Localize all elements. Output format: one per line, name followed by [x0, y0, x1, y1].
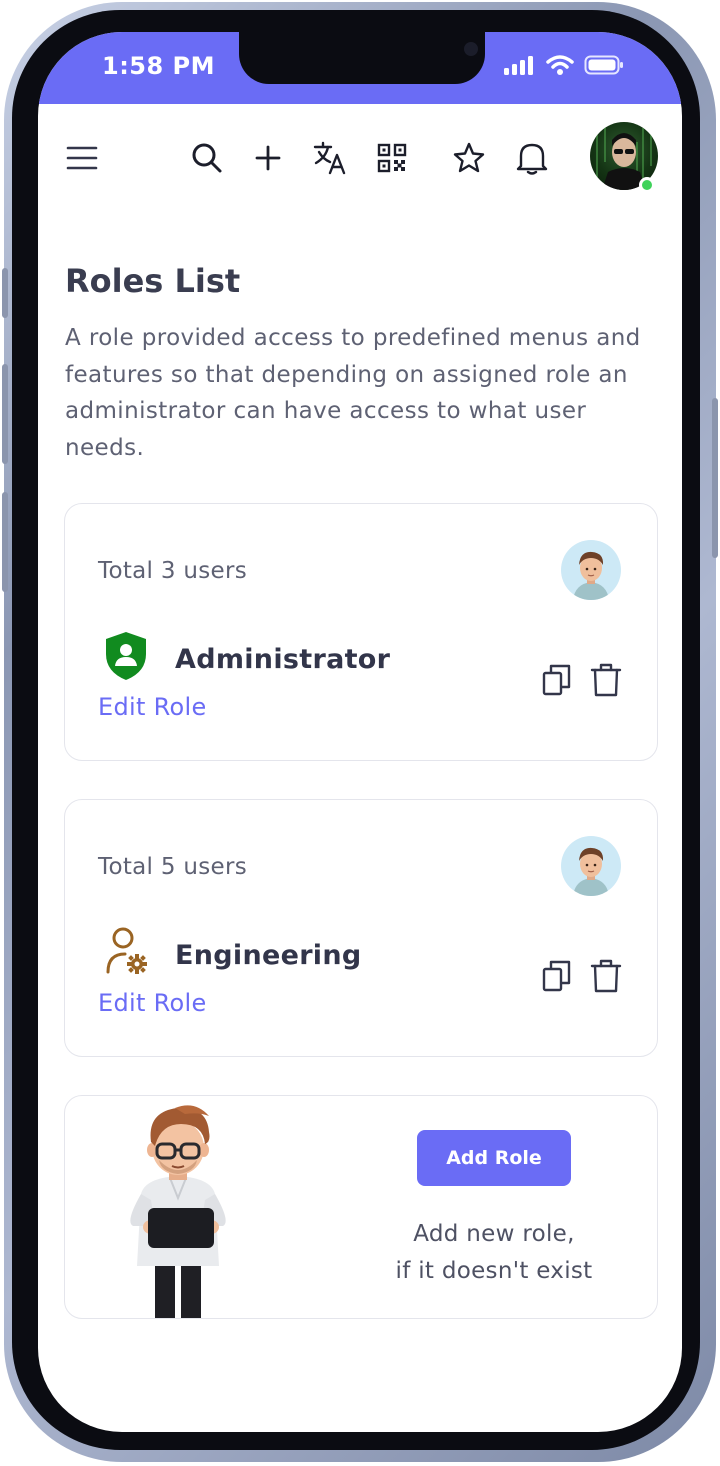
online-status-dot — [639, 177, 655, 193]
add-role-hint-line1: Add new role, — [413, 1221, 575, 1247]
status-icons — [504, 54, 624, 76]
plus-icon[interactable] — [250, 140, 286, 176]
person-tablet-illustration — [115, 1102, 245, 1318]
copy-icon[interactable] — [540, 958, 574, 994]
qr-code-icon[interactable] — [374, 140, 410, 176]
status-time: 1:58 PM — [102, 52, 216, 80]
trash-icon[interactable] — [589, 958, 623, 994]
cellular-signal-icon — [504, 56, 533, 75]
app-screen: 1:58 PM Roles List A role provided acces… — [38, 32, 682, 1432]
phone-silent-switch — [2, 268, 8, 318]
role-card-engineering: Total 5 users Engineering Edit Role — [64, 799, 658, 1057]
page-description: A role provided access to predefined men… — [65, 325, 641, 461]
role-card-administrator: Total 3 users Administrator Edit Role — [64, 503, 658, 761]
user-avatar[interactable] — [561, 540, 621, 600]
phone-volume-down — [2, 492, 8, 592]
trash-icon[interactable] — [589, 662, 623, 698]
role-total-users: Total 3 users — [98, 558, 248, 584]
menu-icon[interactable] — [64, 140, 100, 176]
shield-user-icon — [103, 630, 149, 682]
add-role-card: Add Role Add new role, if it doesn't exi… — [64, 1095, 658, 1319]
add-role-hint-line2: if it doesn't exist — [395, 1258, 593, 1284]
translate-icon[interactable] — [312, 140, 348, 176]
copy-icon[interactable] — [540, 662, 574, 698]
user-avatar[interactable] — [561, 836, 621, 896]
edit-role-link[interactable]: Edit Role — [98, 989, 207, 1017]
user-gear-icon — [103, 926, 149, 978]
wifi-icon — [546, 55, 574, 75]
role-total-users: Total 5 users — [98, 854, 248, 880]
phone-volume-up — [2, 364, 8, 464]
top-navigation — [38, 104, 682, 224]
status-bar: 1:58 PM — [38, 32, 682, 104]
role-name: Administrator — [175, 644, 391, 675]
battery-icon — [584, 55, 623, 75]
page-title: Roles List — [65, 262, 241, 300]
edit-role-link[interactable]: Edit Role — [98, 693, 207, 721]
star-icon[interactable] — [451, 140, 487, 176]
add-role-button[interactable]: Add Role — [417, 1130, 571, 1186]
notch — [239, 32, 485, 84]
phone-power-button — [712, 398, 718, 558]
add-role-hint: Add new role, if it doesn't exist — [365, 1216, 623, 1290]
bell-icon[interactable] — [514, 140, 550, 176]
search-icon[interactable] — [189, 140, 225, 176]
role-name: Engineering — [175, 940, 362, 971]
front-camera — [464, 42, 478, 56]
